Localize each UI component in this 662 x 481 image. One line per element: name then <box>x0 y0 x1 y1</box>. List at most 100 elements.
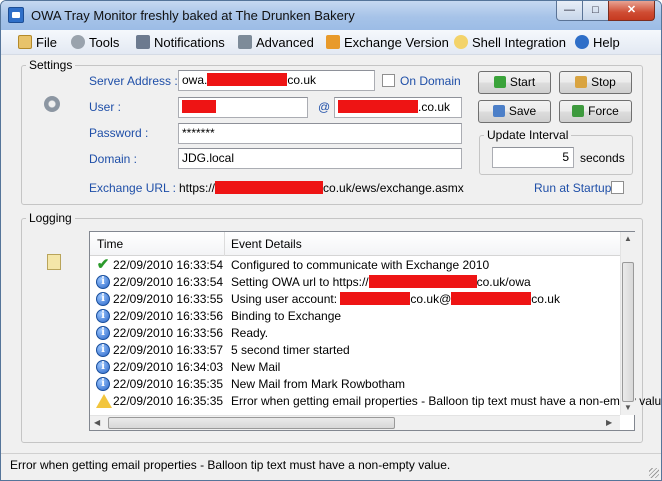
exchange-url-value[interactable]: https:// co.uk/ews/exchange.asmx <box>179 181 464 195</box>
menu-notifications-label: Notifications <box>154 35 225 50</box>
redaction <box>182 100 216 113</box>
help-icon <box>575 35 589 49</box>
row-time: 22/09/2010 16:35:35 <box>113 394 224 408</box>
at-symbol: @ <box>318 100 331 114</box>
title-bar[interactable]: OWA Tray Monitor freshly baked at The Dr… <box>1 1 661 30</box>
stop-button-label: Stop <box>591 75 616 89</box>
minimize-button[interactable]: — <box>556 1 583 21</box>
scroll-left-icon[interactable]: ◀ <box>94 418 100 427</box>
menu-help[interactable]: Help <box>575 34 620 52</box>
status-bar: Error when getting email properties - Ba… <box>1 453 661 480</box>
info-icon: i <box>96 377 110 391</box>
resize-grip-icon[interactable] <box>649 468 659 478</box>
domain-field[interactable]: JDG.local <box>178 148 462 169</box>
user-domain-field[interactable]: .co.uk <box>334 97 462 118</box>
info-icon: i <box>96 360 110 374</box>
pen-icon <box>136 35 150 49</box>
table-row[interactable]: i 22/09/2010 16:33:56 Ready. <box>90 325 620 342</box>
update-interval-field[interactable]: 5 <box>492 147 574 168</box>
wrench-icon <box>238 35 252 49</box>
start-button[interactable]: Start <box>478 71 551 94</box>
menu-exchange-version[interactable]: Exchange Version <box>326 34 449 52</box>
menu-exchange-version-label: Exchange Version <box>344 35 449 50</box>
table-row[interactable]: i 22/09/2010 16:33:55 Using user account… <box>90 291 620 308</box>
exchange-url-label: Exchange URL : <box>89 181 176 195</box>
table-row[interactable]: 22/09/2010 16:35:35 Error when getting e… <box>90 393 661 410</box>
app-icon <box>8 7 24 23</box>
menu-notifications[interactable]: Notifications <box>136 34 225 52</box>
table-row[interactable]: i 22/09/2010 16:33:57 5 second timer sta… <box>90 342 620 359</box>
run-at-startup-checkbox[interactable] <box>611 181 624 194</box>
row-event-suffix: co.uk/owa <box>476 275 531 289</box>
on-domain-label: On Domain <box>400 74 461 88</box>
save-button[interactable]: Save <box>478 100 551 123</box>
menu-advanced-label: Advanced <box>256 35 314 50</box>
exchange-icon <box>326 35 340 49</box>
table-row[interactable]: i 22/09/2010 16:35:35 New Mail from Mark… <box>90 376 620 393</box>
horizontal-scroll-thumb[interactable] <box>108 417 395 429</box>
server-address-field[interactable]: owa. co.uk <box>178 70 375 91</box>
menu-tools-label: Tools <box>89 35 120 50</box>
menu-bar: File Tools Notifications Advanced Exchan… <box>1 30 661 55</box>
row-time: 22/09/2010 16:35:35 <box>113 377 224 391</box>
logging-group-label: Logging <box>26 211 75 225</box>
horizontal-scrollbar[interactable]: ◀ ▶ <box>90 415 620 430</box>
row-event-suffix: co.uk@ <box>410 292 452 306</box>
stop-button[interactable]: Stop <box>559 71 632 94</box>
app-window: OWA Tray Monitor freshly baked at The Dr… <box>0 0 662 481</box>
info-icon: i <box>96 275 110 289</box>
start-button-label: Start <box>509 75 536 89</box>
table-row[interactable]: i 22/09/2010 16:34:03 New Mail <box>90 359 620 376</box>
column-separator[interactable] <box>224 232 225 256</box>
column-event-details[interactable]: Event Details <box>231 237 302 251</box>
on-domain-checkbox[interactable] <box>382 74 395 87</box>
table-row[interactable]: i 22/09/2010 16:33:54 Setting OWA url to… <box>90 274 620 291</box>
scroll-up-icon[interactable]: ▲ <box>624 234 632 243</box>
info-icon: i <box>96 292 110 306</box>
run-at-startup-label: Run at Startup <box>534 181 612 195</box>
gear-icon <box>71 35 85 49</box>
save-icon <box>492 105 505 117</box>
row-event: 5 second timer started <box>231 343 350 357</box>
window-title: OWA Tray Monitor freshly baked at The Dr… <box>31 8 355 23</box>
scroll-right-icon[interactable]: ▶ <box>606 418 612 427</box>
redaction <box>340 292 411 305</box>
vertical-scrollbar[interactable]: ▲ ▼ <box>620 232 635 415</box>
menu-shell-integration[interactable]: Shell Integration <box>454 34 566 52</box>
update-interval-label: Update Interval <box>484 128 572 142</box>
force-button-label: Force <box>588 104 619 118</box>
user-field[interactable] <box>178 97 308 118</box>
row-event-group: Using user account: co.uk@ co.uk <box>231 292 560 306</box>
row-event-suffix2: co.uk <box>531 292 560 306</box>
log-list-header: Time Event Details <box>90 232 620 256</box>
log-list[interactable]: Time Event Details ✔ 22/09/2010 16:33:54… <box>89 231 661 431</box>
menu-tools[interactable]: Tools <box>71 34 119 52</box>
password-label: Password : <box>89 126 149 140</box>
force-button[interactable]: Force <box>559 100 632 123</box>
menu-file[interactable]: File <box>18 34 57 52</box>
stop-icon <box>575 76 588 88</box>
redaction <box>338 100 418 113</box>
menu-advanced[interactable]: Advanced <box>238 34 314 52</box>
status-text: Error when getting email properties - Ba… <box>10 458 451 472</box>
start-icon <box>493 76 506 88</box>
settings-gear-icon <box>44 96 60 112</box>
server-address-prefix: owa. <box>182 73 208 87</box>
table-row[interactable]: ✔ 22/09/2010 16:33:54 Configured to comm… <box>90 257 620 274</box>
row-event: Binding to Exchange <box>231 309 342 323</box>
scroll-down-icon[interactable]: ▼ <box>624 403 632 412</box>
warning-icon <box>96 394 112 408</box>
row-event: Configured to communicate with Exchange … <box>231 258 490 272</box>
maximize-button[interactable]: □ <box>582 1 609 21</box>
password-field[interactable]: ******* <box>178 123 462 144</box>
column-time[interactable]: Time <box>97 237 123 251</box>
log-rows: ✔ 22/09/2010 16:33:54 Configured to comm… <box>90 257 661 410</box>
close-button[interactable]: ✕ <box>608 1 655 21</box>
info-icon: i <box>96 309 110 323</box>
vertical-scroll-thumb[interactable] <box>622 262 634 402</box>
settings-group-label: Settings <box>26 58 76 72</box>
redaction <box>368 275 477 288</box>
row-time: 22/09/2010 16:33:57 <box>113 343 224 357</box>
table-row[interactable]: i 22/09/2010 16:33:56 Binding to Exchang… <box>90 308 620 325</box>
row-event: Setting OWA url to https:// <box>231 275 369 289</box>
